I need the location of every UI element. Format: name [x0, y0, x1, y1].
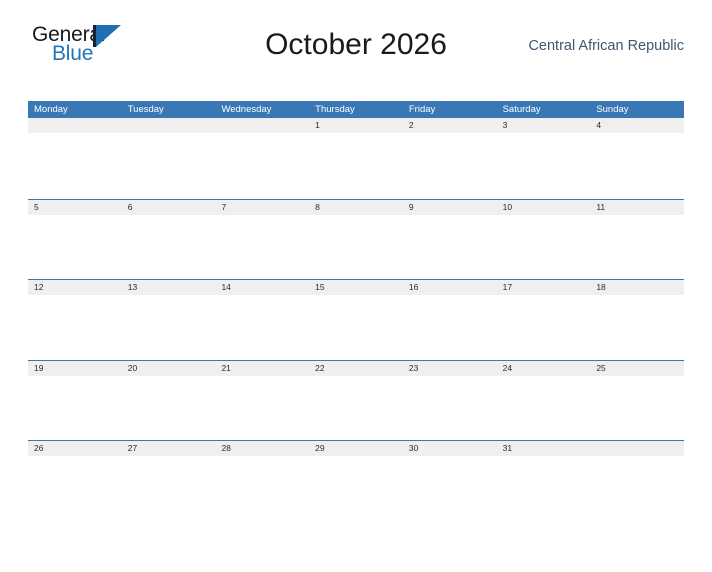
- day-cell-26[interactable]: 26: [28, 441, 122, 456]
- week-notes-area[interactable]: [28, 375, 684, 440]
- day-cell-24[interactable]: 24: [497, 361, 591, 376]
- country-label: Central African Republic: [528, 38, 684, 54]
- weekday-header-thursday: Thursday: [315, 104, 355, 115]
- weekday-header-wednesday: Wednesday: [221, 104, 272, 115]
- week-date-strip: 1234: [28, 118, 684, 133]
- day-cell-8[interactable]: 8: [309, 200, 403, 215]
- weekday-header-saturday: Saturday: [502, 104, 541, 115]
- week-row: 19 20 21 22 23 24 25: [28, 359, 684, 440]
- day-cell-6[interactable]: 6: [122, 200, 216, 215]
- week-rows-container: 1 2 3 4 5 6 7 8 9 10 11 12 13 14 15 16 17 18 19 20 21 22 23 24 2…: [28, 118, 684, 521]
- day-cell-empty: [590, 441, 684, 456]
- week-notes-area[interactable]: [28, 214, 684, 279]
- day-cell-1[interactable]: 1: [309, 118, 403, 133]
- day-cell-10[interactable]: 10: [497, 200, 591, 215]
- page-header: General Blue October 2026 Central Africa…: [28, 22, 684, 74]
- week-date-strip: 19 20 21 22 23 24 25: [28, 360, 684, 376]
- weekday-header-sunday: Sunday: [596, 104, 629, 115]
- day-cell-4[interactable]: 4: [590, 118, 684, 133]
- day-cell-21[interactable]: 21: [215, 361, 309, 376]
- day-cell-14[interactable]: 14: [215, 280, 309, 295]
- weekday-header-row: Monday Tuesday Wednesday Thursday Friday Satu…: [28, 101, 684, 118]
- day-cell-20[interactable]: 20: [122, 361, 216, 376]
- day-cell-2[interactable]: 2: [403, 118, 497, 133]
- week-date-strip: 12 13 14 15 16 17 18: [28, 280, 684, 295]
- week-row: 26 27 28 29 30 31: [28, 440, 684, 521]
- calendar-page: General Blue October 2026 Central Africa…: [0, 22, 712, 572]
- day-cell-22[interactable]: 22: [309, 361, 403, 376]
- day-cell-empty: [215, 118, 309, 133]
- day-cell-19[interactable]: 19: [28, 361, 122, 376]
- weekday-header-monday: Monday: [34, 104, 68, 115]
- day-cell-7[interactable]: 7: [215, 200, 309, 215]
- weekday-header-tuesday: Tuesday: [127, 104, 164, 115]
- week-date-strip: 5 6 7 8 9 10 11: [28, 199, 684, 215]
- week-notes-area[interactable]: [28, 295, 684, 359]
- calendar-grid: Monday Tuesday Wednesday Thursday Friday Satu…: [28, 101, 684, 521]
- week-row: 1234: [28, 118, 684, 199]
- day-cell-empty: [122, 118, 216, 133]
- day-cell-23[interactable]: 23: [403, 361, 497, 376]
- week-notes-area[interactable]: [28, 133, 684, 197]
- day-cell-17[interactable]: 17: [497, 280, 591, 295]
- day-cell-5[interactable]: 5: [28, 200, 122, 215]
- day-cell-9[interactable]: 9: [403, 200, 497, 215]
- day-cell-25[interactable]: 25: [590, 361, 684, 376]
- week-row: 12 13 14 15 16 17 18: [28, 279, 684, 360]
- day-cell-31[interactable]: 31: [497, 441, 591, 456]
- day-cell-30[interactable]: 30: [403, 441, 497, 456]
- week-notes-area[interactable]: [28, 456, 684, 520]
- day-cell-11[interactable]: 11: [590, 200, 684, 215]
- week-row: 5 6 7 8 9 10 11: [28, 198, 684, 279]
- day-cell-3[interactable]: 3: [497, 118, 591, 133]
- day-cell-empty: [28, 118, 122, 133]
- day-cell-28[interactable]: 28: [215, 441, 309, 456]
- day-cell-29[interactable]: 29: [309, 441, 403, 456]
- day-cell-12[interactable]: 12: [28, 280, 122, 295]
- weekday-header-friday: Friday: [408, 104, 436, 115]
- day-cell-13[interactable]: 13: [122, 280, 216, 295]
- day-cell-15[interactable]: 15: [309, 280, 403, 295]
- week-date-strip: 26 27 28 29 30 31: [28, 441, 684, 456]
- day-cell-16[interactable]: 16: [403, 280, 497, 295]
- day-cell-18[interactable]: 18: [590, 280, 684, 295]
- day-cell-27[interactable]: 27: [122, 441, 216, 456]
